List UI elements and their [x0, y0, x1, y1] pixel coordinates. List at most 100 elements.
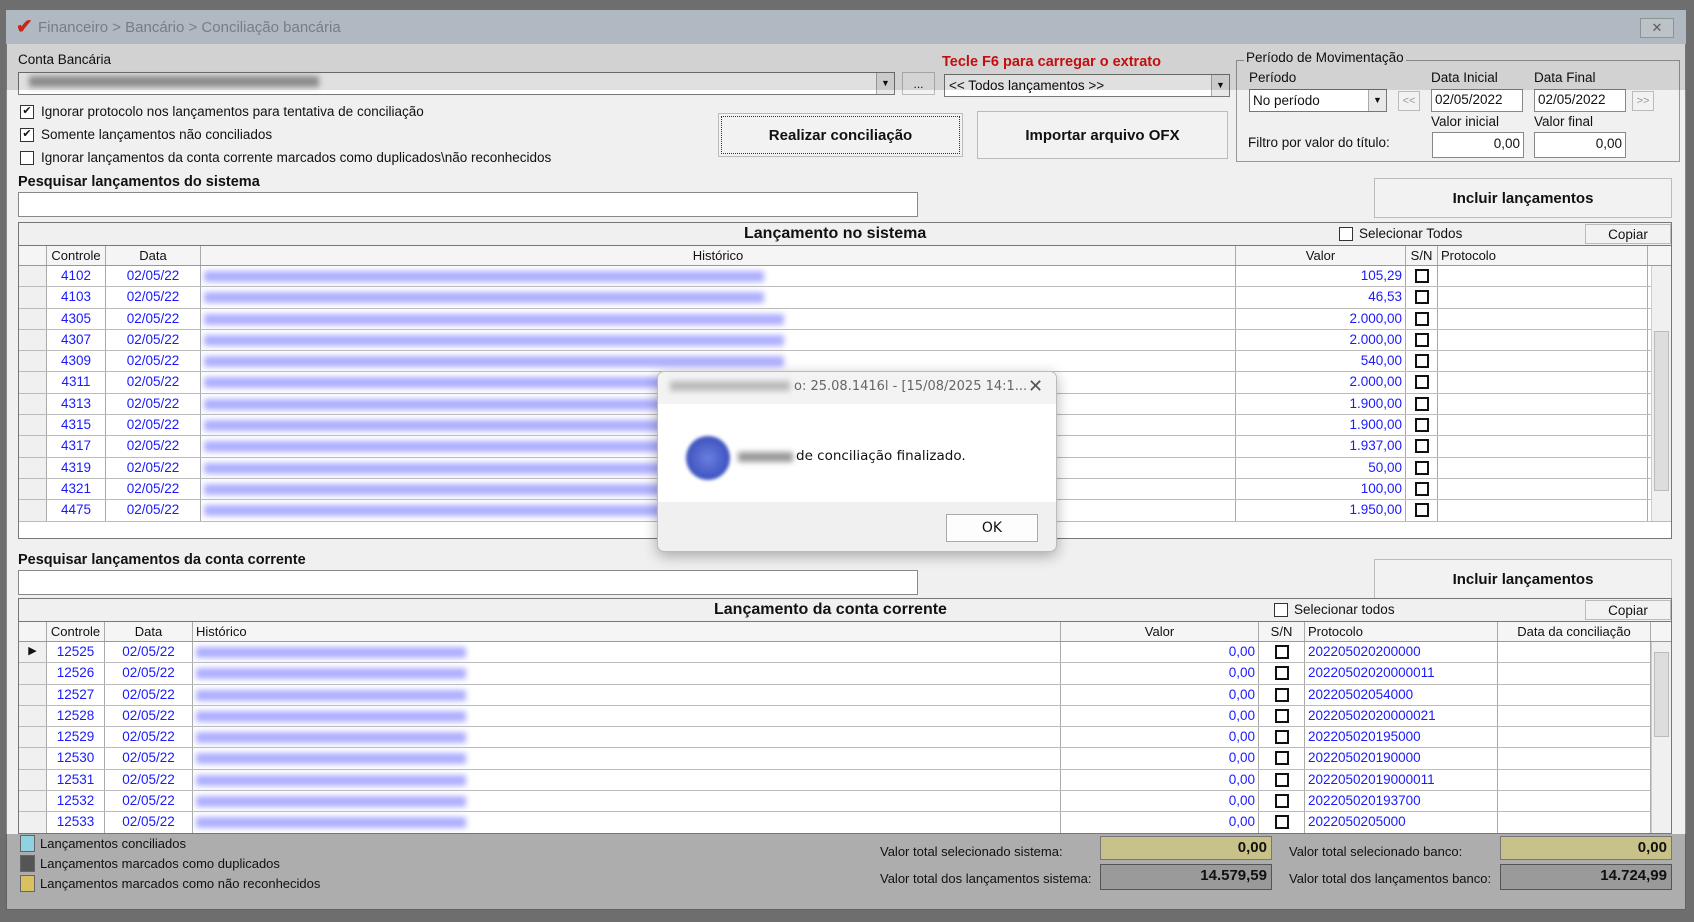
- col-valor[interactable]: Valor: [1236, 246, 1406, 265]
- cell-sn[interactable]: [1259, 812, 1305, 833]
- cell-sn[interactable]: [1406, 436, 1438, 457]
- col-controle[interactable]: Controle: [47, 246, 106, 265]
- sn-checkbox[interactable]: [1414, 503, 1429, 518]
- select-all-cc-checkbox[interactable]: [1274, 603, 1288, 617]
- search-sistema-input[interactable]: [18, 192, 918, 217]
- row-header[interactable]: [19, 684, 47, 705]
- sn-checkbox[interactable]: [1414, 439, 1429, 454]
- sn-checkbox[interactable]: [1414, 418, 1429, 433]
- cell-sn[interactable]: [1259, 769, 1305, 791]
- row-header[interactable]: [19, 329, 47, 351]
- cell-sn[interactable]: [1406, 478, 1438, 500]
- sn-checkbox[interactable]: [1274, 794, 1289, 809]
- row-header[interactable]: [19, 500, 47, 521]
- sn-checkbox[interactable]: [1274, 687, 1289, 702]
- sn-checkbox[interactable]: [1274, 815, 1289, 830]
- row-header[interactable]: [19, 727, 47, 748]
- row-header[interactable]: [19, 457, 47, 478]
- checkbox[interactable]: ✔: [20, 105, 34, 119]
- table-row[interactable]: ▶ 12525 02/05/22 0,00 202205020200000: [19, 642, 1671, 664]
- sn-checkbox[interactable]: [1414, 354, 1429, 369]
- cell-sn[interactable]: [1406, 372, 1438, 393]
- table-row[interactable]: 4305 02/05/22 2.000,00: [19, 308, 1671, 330]
- col-sn[interactable]: S/N: [1259, 622, 1305, 641]
- row-header[interactable]: [19, 266, 47, 287]
- cell-sn[interactable]: [1406, 415, 1438, 436]
- realizar-conciliacao-button[interactable]: Realizar conciliação: [718, 113, 963, 157]
- importar-ofx-button[interactable]: Importar arquivo OFX: [977, 111, 1228, 159]
- cell-sn[interactable]: [1406, 500, 1438, 521]
- sn-checkbox[interactable]: [1414, 396, 1429, 411]
- row-header[interactable]: [19, 791, 47, 812]
- cell-sn[interactable]: [1259, 748, 1305, 769]
- col-protocolo[interactable]: Protocolo: [1438, 246, 1648, 265]
- data-final-input[interactable]: 02/05/2022: [1534, 89, 1626, 112]
- row-header[interactable]: [19, 393, 47, 415]
- col-data-conciliacao[interactable]: Data da conciliação: [1498, 622, 1651, 641]
- prev-period-button[interactable]: <<: [1398, 91, 1420, 111]
- search-cc-input[interactable]: [18, 570, 918, 595]
- row-header[interactable]: [19, 705, 47, 727]
- ok-button[interactable]: OK: [946, 514, 1038, 542]
- cell-sn[interactable]: [1406, 266, 1438, 287]
- cc-scrollbar[interactable]: [1651, 642, 1671, 833]
- cell-sn[interactable]: [1406, 287, 1438, 308]
- cell-sn[interactable]: [1259, 791, 1305, 812]
- cell-sn[interactable]: [1406, 351, 1438, 372]
- checkbox[interactable]: ✔: [20, 128, 34, 142]
- dialog-close-icon[interactable]: ✕: [1028, 376, 1043, 397]
- table-row[interactable]: 4309 02/05/22 540,00: [19, 351, 1671, 373]
- row-header[interactable]: [19, 308, 47, 329]
- col-protocolo[interactable]: Protocolo: [1305, 622, 1498, 641]
- row-header[interactable]: [19, 478, 47, 500]
- cell-sn[interactable]: [1406, 457, 1438, 478]
- col-historico[interactable]: Histórico: [193, 622, 1061, 641]
- col-valor[interactable]: Valor: [1061, 622, 1259, 641]
- table-row[interactable]: 12532 02/05/22 0,00 202205020193700: [19, 791, 1671, 813]
- col-sn[interactable]: S/N: [1406, 246, 1438, 265]
- row-header[interactable]: ▶: [19, 642, 47, 663]
- col-data[interactable]: Data: [106, 246, 201, 265]
- copiar-sistema-button[interactable]: Copiar: [1585, 224, 1671, 244]
- cell-sn[interactable]: [1259, 642, 1305, 663]
- sn-checkbox[interactable]: [1274, 666, 1289, 681]
- periodo-select[interactable]: No período ▼: [1249, 89, 1387, 112]
- cell-sn[interactable]: [1259, 705, 1305, 727]
- cell-sn[interactable]: [1406, 393, 1438, 415]
- row-header[interactable]: [19, 351, 47, 372]
- row-header[interactable]: [19, 663, 47, 684]
- row-header[interactable]: [19, 748, 47, 769]
- next-period-button[interactable]: >>: [1632, 91, 1654, 111]
- table-row[interactable]: 12529 02/05/22 0,00 202205020195000: [19, 727, 1671, 749]
- cell-sn[interactable]: [1259, 684, 1305, 705]
- sn-checkbox[interactable]: [1414, 269, 1429, 283]
- table-row[interactable]: 4102 02/05/22 105,29: [19, 266, 1671, 288]
- cell-sn[interactable]: [1406, 329, 1438, 351]
- sn-checkbox[interactable]: [1414, 332, 1429, 347]
- row-header[interactable]: [19, 436, 47, 457]
- row-header[interactable]: [19, 812, 47, 833]
- row-header[interactable]: [19, 769, 47, 791]
- row-header[interactable]: [19, 372, 47, 393]
- table-row[interactable]: 4307 02/05/22 2.000,00: [19, 329, 1671, 352]
- valor-inicial-input[interactable]: 0,00: [1432, 132, 1524, 158]
- cell-sn[interactable]: [1406, 308, 1438, 329]
- row-header[interactable]: [19, 415, 47, 436]
- sn-checkbox[interactable]: [1414, 290, 1429, 305]
- table-row[interactable]: 12526 02/05/22 0,00 20220502020000011: [19, 663, 1671, 685]
- sn-checkbox[interactable]: [1414, 460, 1429, 475]
- checkbox[interactable]: [20, 151, 34, 165]
- table-row[interactable]: 12527 02/05/22 0,00 20220502054000: [19, 684, 1671, 706]
- sistema-scrollbar[interactable]: [1651, 266, 1671, 521]
- table-row[interactable]: 12533 02/05/22 0,00 2022050205000: [19, 812, 1671, 833]
- sn-checkbox[interactable]: [1274, 708, 1289, 723]
- sn-checkbox[interactable]: [1414, 481, 1429, 496]
- col-historico[interactable]: Histórico: [201, 246, 1236, 265]
- row-header[interactable]: [19, 287, 47, 308]
- table-row[interactable]: 12528 02/05/22 0,00 20220502020000021: [19, 705, 1671, 728]
- sn-checkbox[interactable]: [1414, 375, 1429, 390]
- cell-sn[interactable]: [1259, 727, 1305, 748]
- sn-checkbox[interactable]: [1274, 645, 1289, 659]
- col-controle[interactable]: Controle: [47, 622, 105, 641]
- data-inicial-input[interactable]: 02/05/2022: [1431, 89, 1523, 112]
